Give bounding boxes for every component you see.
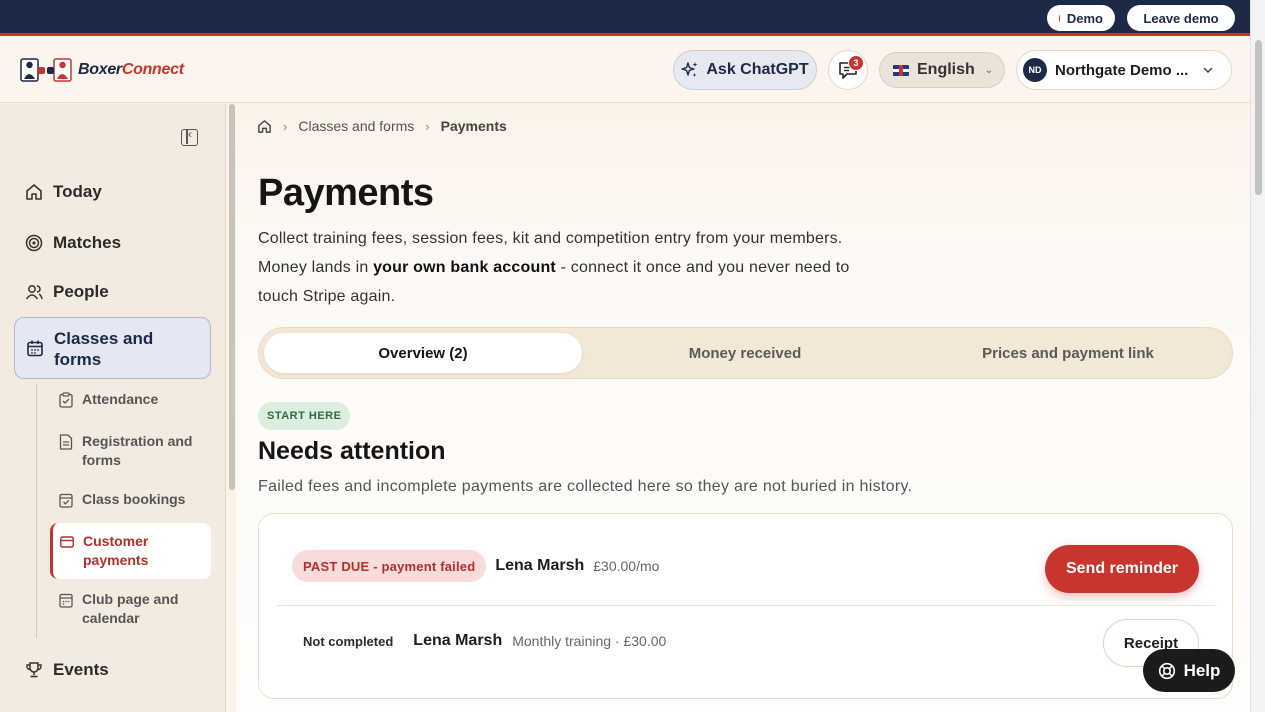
breadcrumb-current: Payments [440,118,507,134]
page-description: Collect training fees, session fees, kit… [258,230,850,305]
trophy-icon [26,662,42,678]
lifebuoy-icon [1158,662,1175,679]
tab-money-received[interactable]: Money received [586,333,904,373]
language-select[interactable]: English ⌄ [879,52,1005,88]
organization-switcher[interactable]: ND Northgate Demo ... [1016,50,1232,90]
payment-details: Monthly training · £30.00 [512,633,667,649]
brand-name-part1: Boxer [78,61,122,78]
sidebar-item-matches[interactable]: Matches [14,231,211,255]
home-icon [26,184,42,200]
submenu-guide-line [36,384,37,638]
org-avatar: ND [1023,58,1047,82]
chevron-down-icon: ⌄ [984,64,994,76]
payments-tabs: Overview (2) Money received Prices and p… [258,327,1233,379]
sidebar-item-today[interactable]: Today [14,180,211,204]
people-icon [25,285,43,300]
sidebar-subitem-customer-payments[interactable]: Customer payments [50,523,211,579]
list-item: PAST DUE - payment failed Lena Marsh £30… [292,550,659,582]
breadcrumb-section-link[interactable]: Classes and forms [298,118,414,134]
section-title: Needs attention [258,437,446,465]
demo-dot-icon [1059,14,1060,22]
page-scrollbar[interactable] [1250,0,1265,712]
sidebar-item-events[interactable]: Events [14,658,211,682]
tab-overview[interactable]: Overview (2) [264,333,582,373]
payment-amount: £30.00/mo [593,558,660,574]
start-here-badge: START HERE [258,402,351,430]
list-item: Not completed Lena Marsh Monthly trainin… [303,632,666,650]
breadcrumb-separator-icon: › [283,118,288,134]
calendar-check-icon [59,493,73,508]
sidebar-scrollbar[interactable] [229,104,235,490]
breadcrumb: › Classes and forms › Payments [257,118,507,134]
messages-count-badge: 3 [848,55,864,71]
collapse-sidebar-icon[interactable] [181,127,198,146]
chevron-down-icon [1203,67,1213,74]
brand-logo[interactable]: BoxerConnect [20,57,184,83]
send-reminder-button[interactable]: Send reminder [1045,545,1199,593]
uk-flag-icon [893,64,909,76]
leave-demo-button[interactable]: Leave demo [1127,5,1235,31]
tab-prices-and-payment-link[interactable]: Prices and payment link [909,333,1227,373]
help-button[interactable]: Help [1143,649,1235,692]
member-name: Lena Marsh [495,557,585,574]
ask-chatgpt-button[interactable]: Ask ChatGPT [673,50,817,90]
home-icon[interactable] [257,119,272,134]
demo-indicator: Demo [1047,5,1115,31]
sidebar-subitem-registration-and-forms[interactable]: Registration and forms [50,432,211,474]
brand-name-part2: Connect [121,61,184,78]
sparkles-icon [681,62,698,77]
sidebar-subitem-class-bookings[interactable]: Class bookings [50,490,211,512]
messages-button[interactable]: 3 [828,50,868,90]
status-label: Not completed [303,633,394,649]
sidebar-subitem-club-page-and-calendar[interactable]: Club page and calendar [50,590,211,632]
page-scrollbar-thumb[interactable] [1255,40,1262,195]
status-badge: PAST DUE - payment failed [292,550,487,582]
main-content: › Classes and forms › Payments Payments … [236,104,1250,712]
clipboard-check-icon [59,392,73,408]
calendar-icon [27,340,43,357]
sidebar: Today Matches People Classes and forms A… [0,104,226,712]
sidebar-subitem-attendance[interactable]: Attendance [50,390,211,412]
sidebar-item-classes-and-forms[interactable]: Classes and forms [14,317,211,379]
app-header: BoxerConnect Ask ChatGPT 3 English ⌄ ND … [0,37,1250,103]
target-icon [25,234,43,252]
boxers-logo-icon [20,58,72,82]
calendar-icon [59,593,73,608]
breadcrumb-separator-icon: › [425,118,430,134]
page-title: Payments [258,172,434,214]
member-name: Lena Marsh [413,632,503,649]
document-icon [59,434,73,450]
row-divider [277,605,1215,606]
demo-bar: Demo Leave demo [0,0,1250,36]
section-description: Failed fees and incomplete payments are … [258,478,913,495]
sidebar-item-people[interactable]: People [14,280,211,304]
credit-card-icon [60,536,74,548]
attention-card: PAST DUE - payment failed Lena Marsh £30… [258,513,1233,699]
